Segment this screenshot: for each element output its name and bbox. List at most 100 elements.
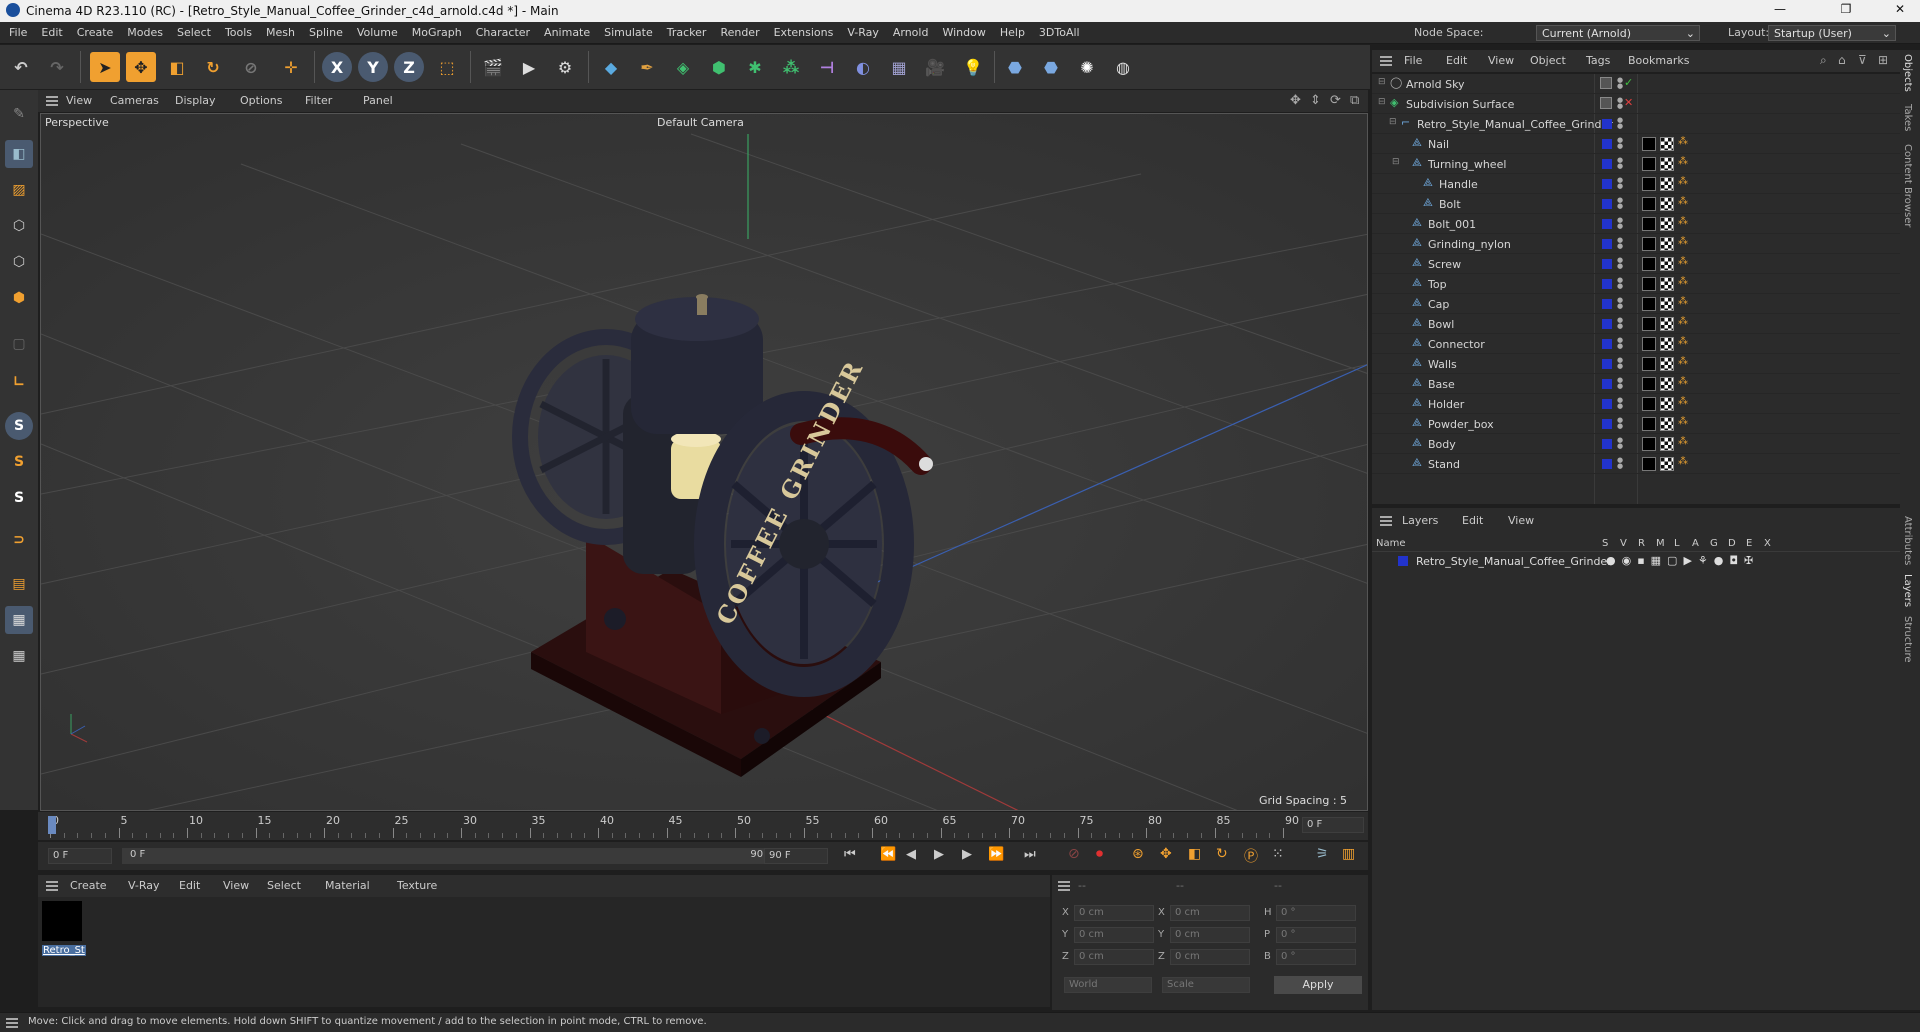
rotation-key-icon[interactable]: ↻	[1216, 846, 1228, 862]
viewport-menu-panel[interactable]: Panel	[363, 94, 393, 107]
world-axis-icon[interactable]: ✛	[276, 52, 306, 82]
arnold-tag-icon[interactable]: ⁂	[1678, 336, 1688, 347]
menu-create[interactable]: Create	[70, 22, 121, 39]
layer-flags[interactable]: ●◉▪▦▢▶⚘●◘✠	[1606, 554, 1759, 567]
viewport-menu-options[interactable]: Options	[240, 94, 282, 107]
object-name[interactable]: Body	[1428, 438, 1456, 451]
object-name[interactable]: Top	[1428, 278, 1447, 291]
coord-size-z[interactable]: 0 cm	[1170, 949, 1250, 965]
menu-select[interactable]: Select	[170, 22, 218, 39]
uv-mode-icon[interactable]: ▢	[5, 330, 33, 358]
camera-name-label[interactable]: Default Camera	[657, 116, 744, 129]
layer-color-swatch[interactable]	[1602, 139, 1612, 149]
layer-color-swatch[interactable]	[1602, 279, 1612, 289]
material-tag-icon[interactable]	[1642, 157, 1656, 171]
z-axis-lock-icon[interactable]: Z	[394, 52, 424, 82]
material-menu-create[interactable]: Create	[70, 879, 107, 892]
axis-mode-icon[interactable]: ∟	[5, 368, 33, 396]
move-view-icon[interactable]: ✥	[1290, 93, 1301, 108]
points-mode-icon[interactable]: ⬡	[5, 212, 33, 240]
texture-tag-icon[interactable]	[1660, 177, 1674, 191]
workplane-icon[interactable]: ▤	[5, 570, 33, 598]
x-axis-lock-icon[interactable]: X	[322, 52, 352, 82]
layers-menu-layers[interactable]: Layers	[1402, 514, 1438, 527]
layer-color-swatch[interactable]	[1398, 556, 1408, 566]
go-to-end-icon[interactable]: ⏭	[1024, 847, 1036, 862]
object-row[interactable]: ⟁ Bolt ● ● ⁂	[1372, 194, 1900, 214]
visibility-dots-icon[interactable]: ● ●	[1617, 197, 1623, 211]
tag-icon[interactable]: ◐	[848, 52, 878, 82]
visibility-dots-icon[interactable]: ● ●	[1617, 257, 1623, 271]
status-menu-icon[interactable]	[6, 1018, 18, 1028]
magnet-icon[interactable]: ⊃	[5, 526, 33, 554]
coord-rot-x[interactable]: 0 °	[1276, 905, 1356, 921]
material-tag-icon[interactable]	[1642, 257, 1656, 271]
visibility-dots-icon[interactable]: ● ●	[1617, 337, 1623, 351]
layers-column-v[interactable]: V	[1620, 538, 1627, 549]
visibility-dots-icon[interactable]: ● ●	[1617, 137, 1623, 151]
layer-color-swatch[interactable]	[1602, 419, 1612, 429]
arnold-tag-icon[interactable]: ⁂	[1678, 316, 1688, 327]
material-tag-icon[interactable]	[1642, 457, 1656, 471]
playhead[interactable]	[48, 816, 56, 834]
material-tag-icon[interactable]	[1642, 277, 1656, 291]
material-tag-icon[interactable]	[1642, 137, 1656, 151]
maximize-button[interactable]: ❐	[1826, 2, 1866, 16]
next-frame-icon[interactable]: ▶	[962, 847, 972, 862]
object-row[interactable]: ⊟ ⟁ Turning_wheel ● ● ⁂	[1372, 154, 1900, 174]
home-icon[interactable]: ⌂	[1838, 53, 1846, 67]
material-tag-icon[interactable]	[1642, 417, 1656, 431]
object-row[interactable]: ⟁ Bolt_001 ● ● ⁂	[1372, 214, 1900, 234]
menu-volume[interactable]: Volume	[350, 22, 405, 39]
play-icon[interactable]: ▶	[934, 847, 944, 862]
search-icon[interactable]: ⌕	[1820, 53, 1827, 68]
layers-column-l[interactable]: L	[1674, 538, 1680, 549]
polygons-mode-icon[interactable]: ⬢	[5, 284, 33, 312]
enabled-check-icon[interactable]: ✓	[1624, 76, 1633, 89]
menu-spline[interactable]: Spline	[302, 22, 350, 39]
arnold-tag-icon[interactable]: ⁂	[1678, 456, 1688, 467]
expand-toggle-icon[interactable]: ⊟	[1378, 97, 1386, 107]
material-tag-icon[interactable]	[1642, 317, 1656, 331]
texture-tag-icon[interactable]	[1660, 397, 1674, 411]
tab-layers[interactable]: Layers	[1902, 574, 1913, 607]
arnold-tag-icon[interactable]: ⁂	[1678, 156, 1688, 167]
texture-tag-icon[interactable]	[1660, 257, 1674, 271]
layer-color-swatch[interactable]	[1602, 439, 1612, 449]
material-tag-icon[interactable]	[1642, 357, 1656, 371]
visibility-dots-icon[interactable]: ● ●	[1617, 437, 1623, 451]
rotate-view-icon[interactable]: ⟳	[1330, 93, 1341, 108]
y-axis-lock-icon[interactable]: Y	[358, 52, 388, 82]
menu-help[interactable]: Help	[993, 22, 1032, 39]
floor-icon[interactable]: ▦	[884, 52, 914, 82]
object-name[interactable]: Bolt	[1439, 198, 1461, 211]
layer-color-swatch[interactable]	[1602, 319, 1612, 329]
tab-attributes[interactable]: Attributes	[1902, 516, 1913, 565]
layers-column-g[interactable]: G	[1710, 538, 1718, 549]
arnold-tag-icon[interactable]: ⁂	[1678, 416, 1688, 427]
layer-color-swatch[interactable]	[1602, 459, 1612, 469]
auto-key-icon[interactable]: ⏺	[1096, 846, 1103, 862]
timeline-window-icon[interactable]: ▥	[1342, 846, 1355, 862]
deformer-icon[interactable]: ⁂	[776, 52, 806, 82]
coord-rot-y[interactable]: 0 °	[1276, 927, 1356, 943]
object-row[interactable]: ⟁ Handle ● ● ⁂	[1372, 174, 1900, 194]
light-icon[interactable]: 💡	[958, 52, 988, 82]
size-mode-dropdown[interactable]: Scale	[1162, 977, 1250, 993]
layers-column-d[interactable]: D	[1728, 538, 1736, 549]
object-row[interactable]: ⟁ Body ● ● ⁂	[1372, 434, 1900, 454]
visibility-dots-icon[interactable]: ● ●	[1617, 97, 1623, 111]
previous-frame-icon[interactable]: ◀	[906, 847, 916, 862]
visibility-dots-icon[interactable]: ● ●	[1617, 457, 1623, 471]
object-name[interactable]: Grinding_nylon	[1428, 238, 1511, 251]
layers-menu-view[interactable]: View	[1508, 514, 1534, 527]
locked-workplane-icon[interactable]: ▦	[5, 642, 33, 670]
object-name[interactable]: Subdivision Surface	[1406, 98, 1514, 111]
viewport-menu-cameras[interactable]: Cameras	[110, 94, 159, 107]
dolly-view-icon[interactable]: ⇕	[1310, 93, 1321, 108]
gear-icon[interactable]: ✺	[1072, 52, 1102, 82]
layers-column-m[interactable]: M	[1656, 538, 1665, 549]
editor-visibility-icon[interactable]	[1600, 97, 1612, 109]
object-row[interactable]: ⟁ Grinding_nylon ● ● ⁂	[1372, 234, 1900, 254]
python-script-icon[interactable]: ⬣	[1036, 52, 1066, 82]
